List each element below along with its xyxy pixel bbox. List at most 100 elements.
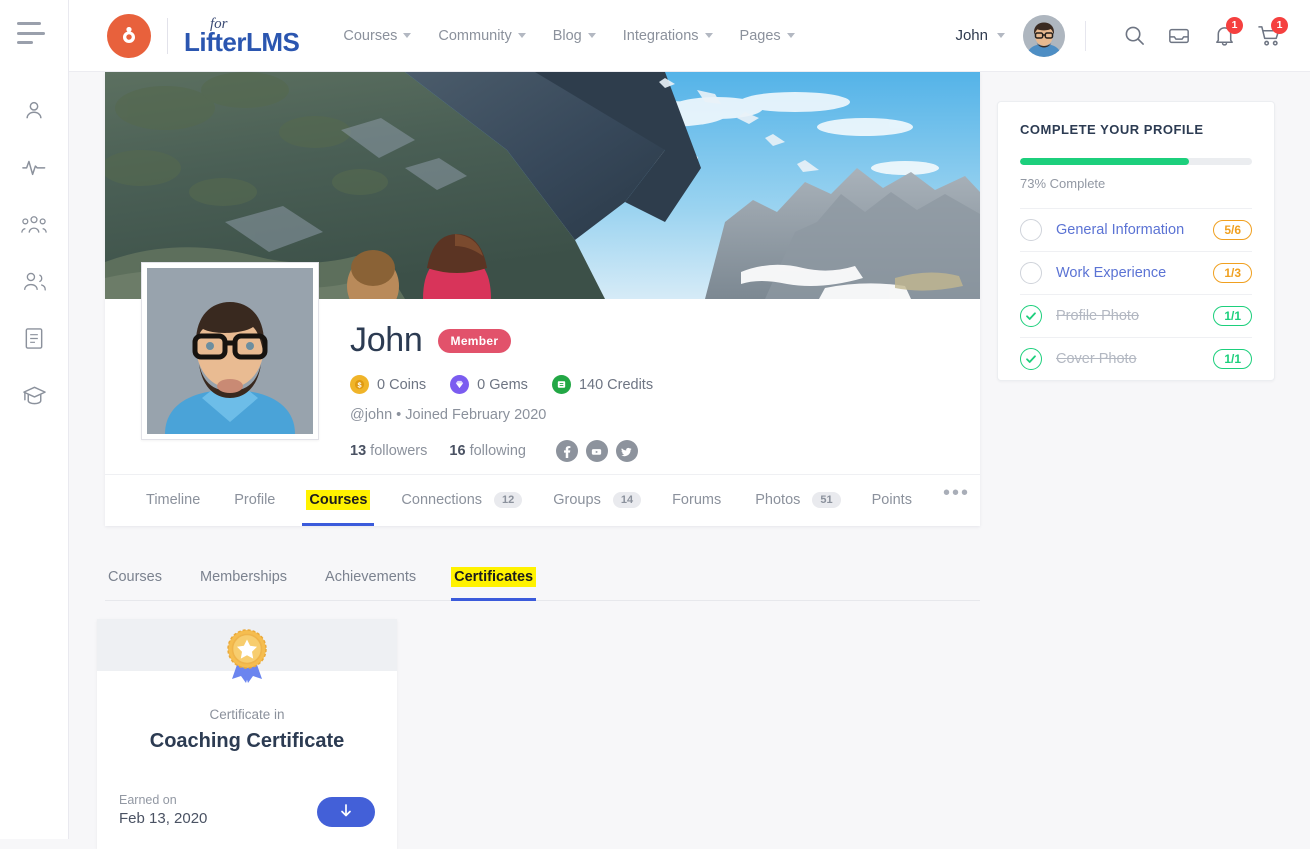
sidebar-item-groups[interactable] xyxy=(17,210,51,238)
cart-badge: 1 xyxy=(1271,16,1288,34)
checklist-item-cover-photo[interactable]: Cover Photo 1/1 xyxy=(1020,337,1252,380)
subtab-label: Achievements xyxy=(325,569,417,585)
checklist-label: General Information xyxy=(1056,222,1185,238)
certificate-footer: Earned on Feb 13, 2020 xyxy=(97,753,397,849)
checklist-item-profile-photo[interactable]: Profile Photo 1/1 xyxy=(1020,294,1252,337)
top-header-bar: for LifterLMS Courses Community Blog Int… xyxy=(69,0,1310,72)
checklist-badge: 1/1 xyxy=(1213,306,1252,326)
profile-social-row: 13 followers 16 following xyxy=(350,440,980,462)
avatar-frame[interactable] xyxy=(141,262,319,440)
nav-label: Integrations xyxy=(622,27,699,44)
profile-meta: @john • Joined February 2020 xyxy=(350,407,547,423)
user-menu[interactable]: John xyxy=(955,14,1065,57)
twitter-icon[interactable] xyxy=(615,440,638,462)
checklist-label: Cover Photo xyxy=(1056,351,1137,367)
sidebar-item-profile[interactable] xyxy=(17,96,51,124)
checklist-badge: 5/6 xyxy=(1213,220,1252,240)
tab-timeline[interactable]: Timeline xyxy=(129,474,217,526)
friends-icon xyxy=(22,271,47,291)
brand-divider xyxy=(167,17,168,54)
tab-profile[interactable]: Profile xyxy=(217,474,292,526)
followers-count[interactable]: 13 followers xyxy=(350,443,427,459)
tab-label: Photos xyxy=(755,492,801,508)
circle-empty-icon xyxy=(1020,262,1042,284)
nav-item-blog[interactable]: Blog xyxy=(553,28,596,44)
buddyboss-logo-icon xyxy=(107,13,151,58)
stat-gems: 0 Gems xyxy=(450,375,528,394)
tab-count-badge: 51 xyxy=(812,492,841,508)
followers-label: followers xyxy=(370,443,428,459)
sidebar-item-friends[interactable] xyxy=(17,267,51,295)
activity-pulse-icon xyxy=(22,156,46,178)
nav-item-pages[interactable]: Pages xyxy=(740,28,795,44)
nav-label: Community xyxy=(438,27,512,44)
avatar xyxy=(1023,14,1065,57)
certificate-card[interactable]: Certificate in Coaching Certificate Earn… xyxy=(97,619,397,849)
brand-name-lifter: Lifter xyxy=(184,26,247,57)
tab-photos[interactable]: Photos 51 xyxy=(738,474,854,526)
stat-label: 0 Coins xyxy=(377,376,427,393)
tab-connections[interactable]: Connections 12 xyxy=(384,474,536,526)
brand-logo[interactable]: for LifterLMS xyxy=(107,13,300,58)
complete-profile-panel: COMPLETE YOUR PROFILE 73% Complete Gener… xyxy=(997,101,1275,381)
hamburger-line xyxy=(17,31,45,35)
cart-icon[interactable]: 1 xyxy=(1252,16,1288,53)
progress-bar-fill xyxy=(1020,158,1190,165)
tab-points[interactable]: Points xyxy=(855,474,929,526)
check-circle-icon xyxy=(1020,348,1042,370)
certificate-earned: Earned on Feb 13, 2020 xyxy=(119,793,207,827)
bell-icon[interactable]: 1 xyxy=(1207,16,1243,53)
tab-forums[interactable]: Forums xyxy=(655,474,738,526)
profile-stats: $ 0 Coins 0 Gems 140 Credits xyxy=(350,375,980,394)
envelope-icon[interactable] xyxy=(1162,19,1196,53)
chevron-down-icon xyxy=(517,33,526,38)
tab-courses[interactable]: Courses xyxy=(292,474,384,526)
nav-label: Courses xyxy=(343,27,398,44)
subtab-label: Memberships xyxy=(200,569,288,585)
hamburger-line xyxy=(17,41,33,44)
certificate-header xyxy=(97,619,397,683)
stat-credits: 140 Credits xyxy=(551,375,653,394)
subtab-memberships[interactable]: Memberships xyxy=(197,554,290,600)
profile-checklist: General Information 5/6 Work Experience … xyxy=(1020,208,1252,380)
chevron-down-icon xyxy=(786,33,795,38)
checklist-item-general-information[interactable]: General Information 5/6 xyxy=(1020,208,1252,251)
download-certificate-button[interactable] xyxy=(317,797,375,827)
sidebar-item-forums[interactable] xyxy=(17,324,51,352)
sidebar-item-activity[interactable] xyxy=(17,153,51,181)
subtab-label: Courses xyxy=(108,569,162,585)
nav-item-integrations[interactable]: Integrations xyxy=(623,28,713,44)
subtab-courses[interactable]: Courses xyxy=(105,554,165,600)
earned-on-date: Feb 13, 2020 xyxy=(119,810,208,827)
status-badge: Member xyxy=(437,328,512,353)
chevron-down-icon xyxy=(587,33,596,38)
checklist-item-work-experience[interactable]: Work Experience 1/3 xyxy=(1020,251,1252,294)
left-sidebar-rail xyxy=(0,0,69,839)
earned-on-label: Earned on xyxy=(119,793,177,807)
sidebar-item-courses[interactable] xyxy=(17,381,51,409)
award-medal-icon xyxy=(224,627,270,688)
hamburger-icon[interactable] xyxy=(17,22,51,44)
progress-bar-track xyxy=(1020,158,1252,165)
nav-item-community[interactable]: Community xyxy=(438,27,526,44)
youtube-icon[interactable] xyxy=(585,440,608,462)
nav-item-courses[interactable]: Courses xyxy=(343,27,412,44)
facebook-icon[interactable] xyxy=(555,440,578,462)
profile-card: John Member $ 0 Coins 0 Gems 140 Credits… xyxy=(105,72,980,526)
checklist-badge: 1/1 xyxy=(1213,349,1252,369)
tab-label: Profile xyxy=(234,492,276,508)
main-content-area: John Member $ 0 Coins 0 Gems 140 Credits… xyxy=(69,72,1310,849)
following-count[interactable]: 16 following xyxy=(449,443,526,459)
search-icon[interactable] xyxy=(1117,19,1151,53)
profile-name-row: John Member xyxy=(350,321,980,360)
subtab-certificates[interactable]: Certificates xyxy=(451,554,537,601)
subtab-achievements[interactable]: Achievements xyxy=(322,554,419,600)
groups-icon xyxy=(21,214,47,234)
checklist-label: Work Experience xyxy=(1056,265,1167,281)
following-label: following xyxy=(469,443,526,459)
checklist-badge: 1/3 xyxy=(1213,263,1252,283)
tab-count-badge: 14 xyxy=(612,492,642,508)
tab-more-options[interactable]: ••• xyxy=(929,474,984,526)
tab-groups[interactable]: Groups 14 xyxy=(536,474,655,526)
document-icon xyxy=(24,327,44,350)
